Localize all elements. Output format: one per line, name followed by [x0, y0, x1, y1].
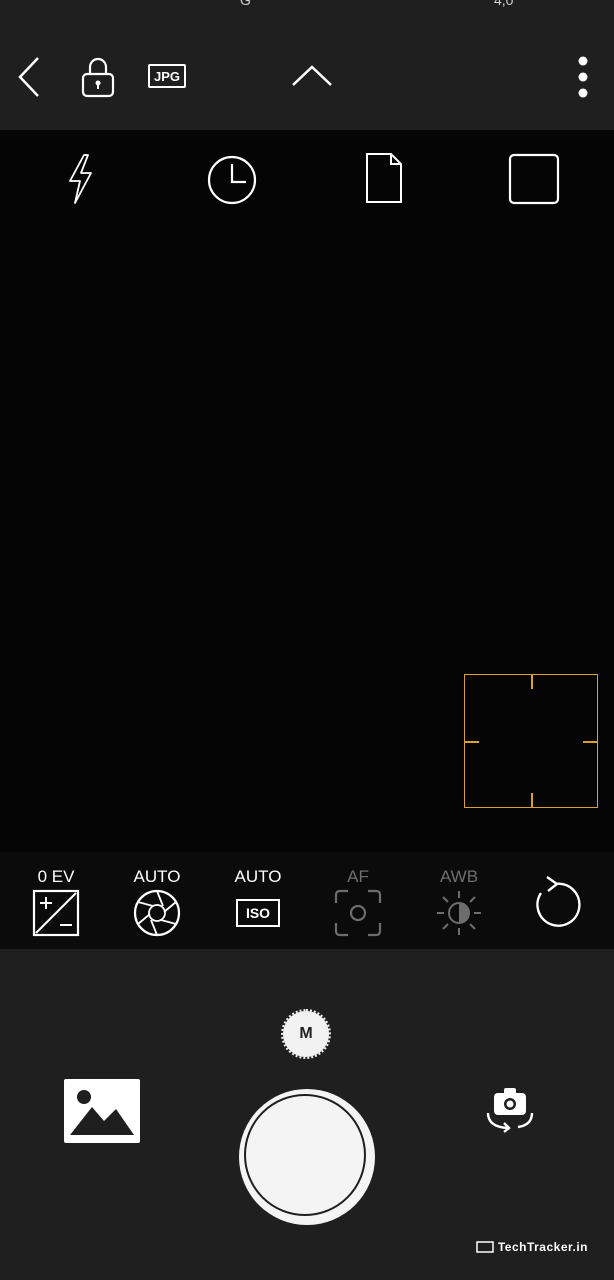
manual-controls-row: 0 EV AUTO AUTO ISO AF AWB [0, 852, 614, 949]
jpg-format-icon[interactable]: JPG [148, 64, 186, 88]
exposure-label: 0 EV [37, 867, 75, 886]
flip-camera-icon[interactable] [484, 1085, 536, 1133]
watermark-text: TechTracker.in [497, 1240, 588, 1254]
gallery-icon[interactable] [64, 1079, 140, 1143]
timer-icon[interactable] [206, 154, 258, 206]
focus-icon [308, 889, 408, 937]
watermark: TechTracker.in [476, 1240, 588, 1254]
status-icon-fragment: G [240, 0, 251, 8]
document-icon[interactable] [364, 152, 404, 204]
reset-icon[interactable] [534, 874, 584, 928]
white-balance-control[interactable]: AWB [409, 852, 509, 937]
back-icon[interactable] [14, 54, 46, 100]
aperture-label: AUTO [133, 867, 181, 886]
iso-control[interactable]: AUTO ISO [208, 852, 308, 927]
lock-icon[interactable] [80, 56, 116, 98]
aperture-icon [107, 889, 207, 937]
aspect-ratio-icon[interactable] [508, 153, 560, 205]
focus-frame[interactable] [464, 674, 598, 808]
quick-settings-row [0, 130, 614, 230]
exposure-control[interactable]: 0 EV [6, 852, 106, 937]
chevron-up-icon[interactable] [290, 62, 334, 90]
monitor-icon [476, 1241, 494, 1253]
focus-control[interactable]: AF [308, 852, 408, 937]
shutter-button[interactable] [239, 1089, 375, 1225]
white-balance-label: AWB [439, 867, 479, 886]
flash-icon[interactable] [60, 152, 100, 206]
more-vert-icon[interactable] [572, 54, 594, 100]
top-bar: G 4,0 JPG [0, 0, 614, 130]
camera-viewfinder[interactable] [0, 130, 614, 852]
mode-button[interactable]: M [281, 1009, 331, 1059]
status-text-fragment: 4,0 [494, 0, 514, 8]
iso-label: AUTO [234, 867, 282, 886]
iso-icon: ISO [236, 899, 280, 927]
exposure-icon [6, 889, 106, 937]
bottom-panel: M TechTracker.in [0, 949, 614, 1280]
white-balance-icon [409, 889, 509, 937]
focus-label: AF [347, 867, 369, 886]
aperture-control[interactable]: AUTO [107, 852, 207, 937]
